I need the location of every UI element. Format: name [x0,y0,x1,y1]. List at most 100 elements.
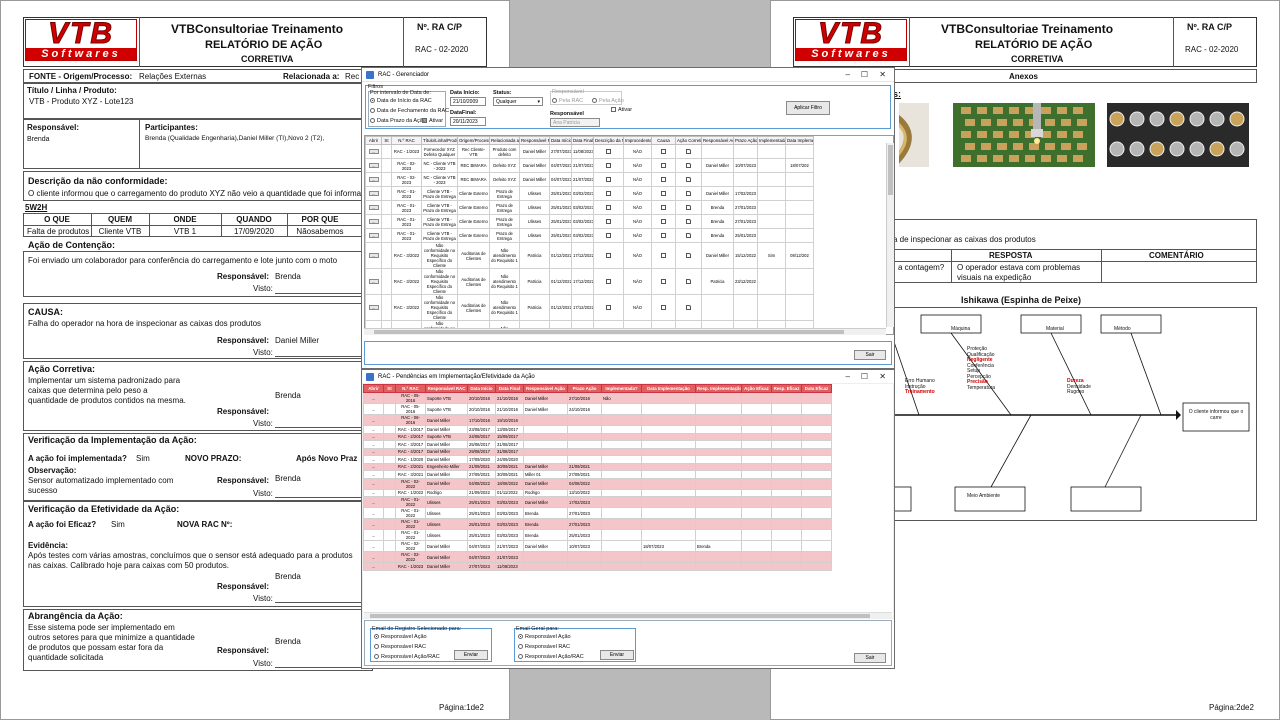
table-row[interactable]: ... RAC - 4/2017 Daniel Miller 29/08/2017 31… [363,447,832,456]
radio-reg-resp-acao[interactable]: Responsável Ação [374,634,427,640]
pend-column-header[interactable]: Responsável RAC [425,384,468,393]
document-icon[interactable] [606,190,611,196]
table-row[interactable]: ... RAC - 3/2017 Daniel Miller 25/08/2017 31… [363,440,832,449]
table-row[interactable]: ... RAC - 2/2017 Suporte VTB 24/08/2017 15/0… [363,432,832,441]
abrir-button[interactable]: ... [363,477,384,490]
table-row[interactable]: ... RAC - 06-2016 Daniel Miller 17/10/2016 1… [363,414,832,426]
close-icon[interactable]: ✕ [879,68,886,82]
enviar-geral-button[interactable]: Enviar [600,650,634,660]
pend-column-header[interactable]: St [383,384,396,393]
abrir-button[interactable]: ... [363,488,384,497]
radio-pela-acao[interactable]: Pela Ação [592,98,624,104]
abrir-button[interactable]: ... [363,562,384,571]
status-select[interactable]: Qualquer ▾ [493,97,543,106]
document-icon[interactable] [606,278,611,284]
grid-column-header[interactable]: Abrir [365,136,382,145]
table-row[interactable]: ... RAC - 05-2016 Suporte VTB 20/10/2016 21/… [363,392,832,404]
abrir-button[interactable]: ... [363,496,384,508]
table-row[interactable]: ... RAC - 3/2022Não conformidade no Requi… [365,294,814,321]
radio-data-inicio[interactable]: Data de Início da RAC [370,98,432,104]
pend-column-header[interactable]: Implementada? [601,384,642,393]
document-icon[interactable] [606,252,611,258]
table-row[interactable]: ... RAC - 3/2022Não conformidade no Requi… [365,242,814,269]
abrir-button[interactable]: ... [363,507,384,519]
maximize-icon[interactable]: ☐ [861,370,868,384]
document-icon[interactable] [661,148,666,154]
abrir-button[interactable]: ... [363,462,384,471]
abrir-button[interactable]: ... [368,205,379,210]
radio-reg-resp-rac[interactable]: Responsável RAC [374,644,426,650]
edit-document-icon[interactable] [686,148,691,154]
sair-button[interactable]: Sair [854,350,886,360]
abrir-button[interactable]: ... [363,403,384,415]
abrir-button[interactable]: ... [368,177,379,182]
grid-column-header[interactable]: Relacionada a [489,136,520,145]
table-row[interactable]: ... RAC - 1/2022 Rodrigo 21/09/2022 01/11/20… [363,488,832,497]
abrir-button[interactable]: ... [368,305,379,310]
ativar-checkbox[interactable]: ✓ Ativar [422,118,443,124]
document-icon[interactable] [661,204,666,210]
edit-document-icon[interactable] [686,162,691,168]
table-row[interactable]: ... RAC - 1/2017 Daniel Miller 23/08/2017 13… [363,425,832,434]
grid-column-header[interactable]: Responsável Ação [701,136,734,145]
abrir-button[interactable]: ... [368,253,379,258]
grid-vertical-scrollbar[interactable] [886,143,894,327]
minimize-icon[interactable]: – [846,370,850,384]
pendencias-window[interactable]: RAC - Pendências em Implementação/Efetiv… [361,369,895,669]
abrir-button[interactable]: ... [363,392,384,404]
grid-column-header[interactable]: Implementada? [757,136,786,145]
pend-column-header[interactable]: Data Implementação [641,384,696,393]
document-icon[interactable] [661,278,666,284]
abrir-button[interactable]: ... [363,470,384,479]
radio-data-prazo[interactable]: Data Prazo da Ação [370,118,426,124]
pend-column-header[interactable]: Data Final [495,384,524,393]
enviar-registro-button[interactable]: Enviar [454,650,488,660]
document-icon[interactable] [606,162,611,168]
table-row[interactable]: ... RAC - 01-2022 Ulisses 25/01/2023 03/02/2… [363,496,832,508]
grid-column-header[interactable]: Origem/Processo [457,136,490,145]
radio-geral-resp-acao-rac[interactable]: Responsável Ação/RAC [518,654,584,660]
document-icon[interactable] [606,232,611,238]
radio-geral-resp-acao[interactable]: Responsável Ação [518,634,571,640]
grid-column-header[interactable]: Improcedente? [623,136,652,145]
table-row[interactable]: ... RAC - 01-2022 Ulisses 25/01/2023 03/02/2… [363,518,832,530]
pend-column-header[interactable]: Data Início [467,384,496,393]
pend-column-header[interactable]: Prazo Ação [567,384,602,393]
pend-column-header[interactable]: Abrir [363,384,384,393]
document-icon[interactable] [661,176,666,182]
edit-document-icon[interactable] [686,304,691,310]
edit-document-icon[interactable] [686,232,691,238]
document-icon[interactable] [661,252,666,258]
abrir-button[interactable]: ... [363,425,384,434]
pend-column-header[interactable]: Ação Eficaz [741,384,772,393]
abrir-button[interactable]: ... [363,432,384,441]
rac-grid[interactable]: AbrirStN.º RACTítulo/Linha/ProdutoOrigem… [364,135,894,335]
table-row[interactable]: ... RAC - 02-2022 Daniel Miller 04/07/2023 2… [363,551,832,563]
document-icon[interactable] [606,218,611,224]
pend-column-header[interactable]: Resp. Eficaz [771,384,802,393]
edit-document-icon[interactable] [686,278,691,284]
responsavel-select[interactable]: Ana Patricia [550,118,600,127]
document-icon[interactable] [606,304,611,310]
table-row[interactable]: ... RAC - 1/2023 Daniel Miller 27/07/2023 11… [363,562,832,571]
abrir-button[interactable]: ... [368,163,379,168]
data-final-picker[interactable]: 20/11/2023 [450,117,486,126]
grid-column-header[interactable]: Prazo Ação [733,136,758,145]
edit-document-icon[interactable] [686,190,691,196]
ativar-resp-checkbox[interactable]: Ativar [611,107,632,113]
document-icon[interactable] [606,176,611,182]
table-row[interactable]: ... RAC - 1/2023 Fornecedor XYZ Defeito Qu… [365,144,814,159]
pend-column-header[interactable]: Resp. Implementação [695,384,742,393]
table-row[interactable]: ... RAC - 02-2022 Daniel Miller 04/07/2023 2… [363,540,832,552]
edit-document-icon[interactable] [686,218,691,224]
table-row[interactable]: ... RAC - 01-2023 Cliente VTB - Prazo de E… [365,186,814,201]
table-row[interactable]: ... RAC - 01-2023 Cliente VTB - Prazo de E… [365,200,814,215]
table-row[interactable]: ... RAC - 02-2023 NC - Cliente VTB - 2023 R… [365,172,814,187]
radio-pela-rac[interactable]: Pela RAC [552,98,583,104]
table-row[interactable]: ... RAC - 1/2020 Daniel Miller 17/09/2020 24… [363,455,832,464]
edit-document-icon[interactable] [686,176,691,182]
pend-column-header[interactable]: N.º RAC [395,384,426,393]
table-row[interactable]: ... RAC - 01-2023 Cliente VTB - Prazo de E… [365,228,814,243]
abrir-button[interactable]: ... [363,455,384,464]
sair-button[interactable]: Sair [854,653,886,663]
